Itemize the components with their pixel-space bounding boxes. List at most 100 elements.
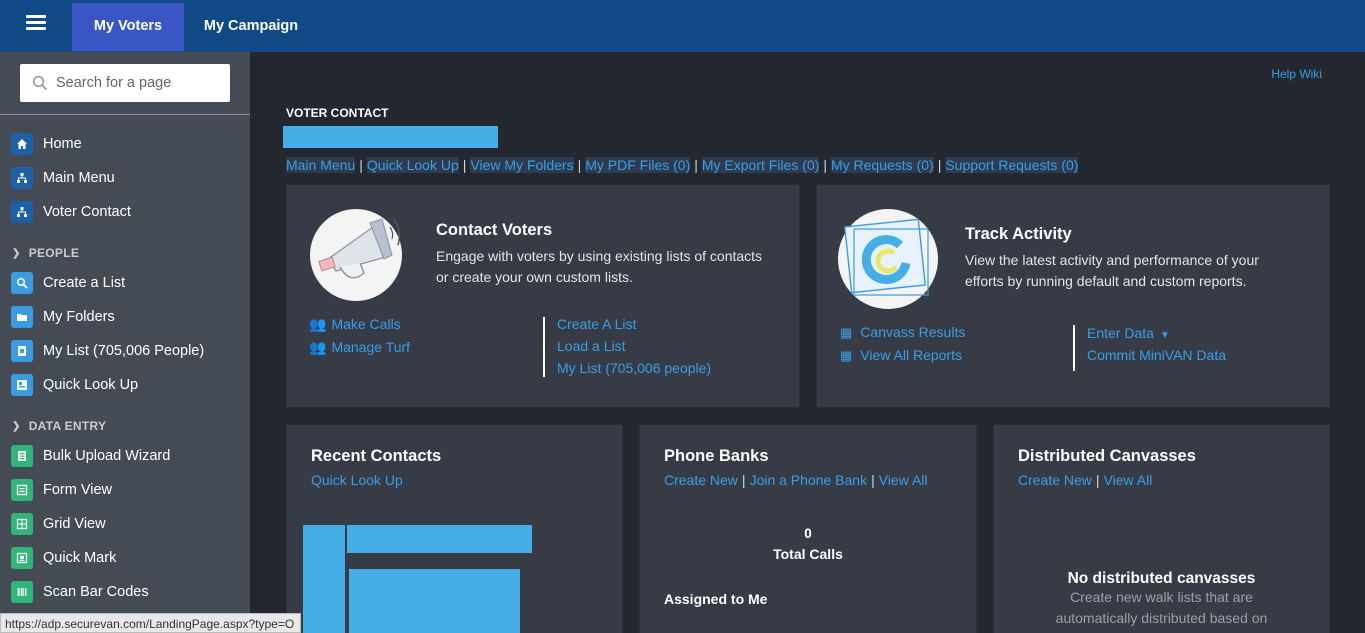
phone-banks-card: Phone Banks Create New | Join a Phone Bank… <box>639 424 977 633</box>
view-all-reports-link[interactable]: ▦ View All Reports <box>840 347 962 364</box>
list-icon <box>11 340 33 362</box>
folder-icon <box>11 306 33 328</box>
help-wiki-link[interactable]: Help Wiki <box>1271 67 1322 81</box>
contact-voters-card: Contact Voters Engage with voters by usi… <box>286 184 800 408</box>
desc-line: efforts by running default and custom re… <box>965 273 1247 289</box>
sidebar-item-my-list[interactable]: My List (705,006 People) <box>0 335 250 367</box>
view-all-link[interactable]: View All <box>1104 472 1153 488</box>
sidebar-item-scan-bar-codes[interactable]: Scan Bar Codes <box>0 576 250 608</box>
link-quick-look-up[interactable]: Quick Look Up <box>366 157 459 173</box>
link-my-requests[interactable]: My Requests (0) <box>830 157 934 173</box>
sidebar-item-create-list[interactable]: Create a List <box>0 267 250 299</box>
sidebar-item-home[interactable]: Home <box>0 128 250 160</box>
desc-line: View the latest activity and performance… <box>965 252 1259 268</box>
home-icon <box>11 133 33 155</box>
sidebar-item-quick-look-up[interactable]: Quick Look Up <box>0 369 250 401</box>
empty-state-line: Create new walk lists that are <box>1070 589 1253 605</box>
users-icon: 👥 <box>309 316 327 332</box>
link-label: Manage Turf <box>331 339 411 355</box>
hamburger-icon[interactable] <box>22 13 50 37</box>
vertical-divider <box>1073 325 1075 371</box>
join-phone-bank-link[interactable]: Join a Phone Bank <box>750 472 868 488</box>
sidebar-item-my-folders[interactable]: My Folders <box>0 301 250 333</box>
report-icon <box>838 209 938 309</box>
link-label: Canvass Results <box>860 324 966 340</box>
manage-turf-link[interactable]: 👥 Manage Turf <box>309 339 410 356</box>
quick-look-up-link[interactable]: Quick Look Up <box>311 472 403 488</box>
tab-my-campaign[interactable]: My Campaign <box>192 3 310 51</box>
sidebar-item-grid-view[interactable]: Grid View <box>0 508 250 540</box>
load-a-list-link[interactable]: Load a List <box>557 338 626 354</box>
link-view-my-folders[interactable]: View My Folders <box>470 157 574 173</box>
redacted-block <box>283 126 498 148</box>
grid-icon <box>11 513 33 535</box>
link-my-pdf-files[interactable]: My PDF Files (0) <box>585 157 691 173</box>
sidebar-item-quick-mark[interactable]: Quick Mark <box>0 542 250 574</box>
section-label: DATA ENTRY <box>28 419 107 433</box>
mark-icon <box>11 547 33 569</box>
card-title: Phone Banks <box>664 447 769 465</box>
sidebar-item-label: Scan Bar Codes <box>43 584 149 600</box>
empty-state-line: automatically distributed based on <box>1055 610 1268 626</box>
link-support-requests[interactable]: Support Requests (0) <box>945 157 1079 173</box>
sidebar-item-main-menu[interactable]: Main Menu <box>0 162 250 194</box>
caret-down-icon: ▼ <box>1159 330 1170 341</box>
link-my-export-files[interactable]: My Export Files (0) <box>701 157 820 173</box>
sidebar-item-label: My Folders <box>43 309 115 325</box>
search-input[interactable] <box>56 64 226 102</box>
card-title: Contact Voters <box>436 221 553 239</box>
table-icon: ▦ <box>840 348 853 363</box>
total-calls-label: Total Calls <box>773 546 843 562</box>
link-label: Enter Data <box>1087 325 1154 341</box>
distributed-canvasses-card: Distributed Canvasses Create New | View Al… <box>993 424 1330 633</box>
commit-minivan-link[interactable]: Commit MiniVAN Data <box>1087 347 1226 363</box>
form-icon <box>11 479 33 501</box>
sidebar-item-label: Home <box>43 136 82 152</box>
section-label: PEOPLE <box>28 246 80 260</box>
sitemap-icon <box>11 201 33 223</box>
link-main-menu[interactable]: Main Menu <box>286 157 356 173</box>
sidebar-item-form-view[interactable]: Form View <box>0 474 250 506</box>
create-a-list-link[interactable]: Create A List <box>557 316 636 332</box>
vertical-divider <box>543 317 545 377</box>
create-new-link[interactable]: Create New <box>664 472 738 488</box>
sidebar-item-label: Create a List <box>43 275 126 291</box>
make-calls-link[interactable]: 👥 Make Calls <box>309 316 401 333</box>
sidebar: Home Main Menu Voter Contact ❯ PEOPLE Cr… <box>0 52 250 633</box>
sidebar-item-voter-contact[interactable]: Voter Contact <box>0 196 250 228</box>
desc-line: Engage with voters by using existing lis… <box>436 248 763 264</box>
redacted-block <box>349 569 520 633</box>
table-icon: ▦ <box>840 325 853 340</box>
sidebar-section-data-entry[interactable]: ❯ DATA ENTRY <box>12 419 106 433</box>
my-list-link[interactable]: My List (705,006 people) <box>557 360 711 376</box>
canvass-results-link[interactable]: ▦ Canvass Results <box>840 324 965 341</box>
view-all-link[interactable]: View All <box>879 472 928 488</box>
redacted-block <box>303 525 345 633</box>
megaphone-icon <box>310 209 402 301</box>
sitemap-icon <box>11 167 33 189</box>
sidebar-item-bulk-upload[interactable]: Bulk Upload Wizard <box>0 440 250 472</box>
barcode-icon <box>11 581 33 603</box>
breadcrumb-links: Main Menu | Quick Look Up | View My Folders |… <box>286 157 1079 173</box>
create-new-link[interactable]: Create New <box>1018 472 1092 488</box>
page-section-title: VOTER CONTACT <box>286 106 389 120</box>
phone-bank-links: Create New | Join a Phone Bank | View All <box>664 472 928 488</box>
track-activity-card: Track Activity View the latest activity … <box>816 184 1330 408</box>
search-icon <box>11 272 33 294</box>
search-box <box>20 64 230 102</box>
sidebar-item-label: Bulk Upload Wizard <box>43 448 171 464</box>
sidebar-item-label: Grid View <box>43 516 106 532</box>
enter-data-dropdown[interactable]: Enter Data ▼ <box>1087 325 1170 341</box>
total-calls-value: 0 <box>804 526 812 541</box>
upload-icon <box>11 445 33 467</box>
sidebar-section-people[interactable]: ❯ PEOPLE <box>12 246 79 260</box>
main-content: Help Wiki VOTER CONTACT Main Menu | Quick … <box>250 52 1365 633</box>
sidebar-item-label: Voter Contact <box>43 204 131 220</box>
sidebar-item-label: My List (705,006 People) <box>43 343 205 359</box>
sidebar-item-label: Quick Look Up <box>43 377 139 393</box>
link-label: Make Calls <box>331 316 401 332</box>
sidebar-item-label: Quick Mark <box>43 550 117 566</box>
users-icon: 👥 <box>309 339 327 355</box>
card-description: View the latest activity and performance… <box>965 250 1259 292</box>
tab-my-voters[interactable]: My Voters <box>72 3 184 51</box>
